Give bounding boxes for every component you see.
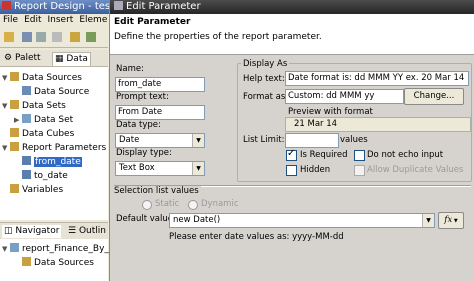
display-type-select[interactable]: Text Box ▼ bbox=[115, 161, 205, 176]
nav-item-data-sources[interactable]: Data Sources bbox=[22, 256, 94, 270]
data-type-select[interactable]: Date ▼ bbox=[115, 133, 205, 148]
tree-item-to-date[interactable]: to_date bbox=[22, 169, 68, 183]
dialog-title-bar: Edit Parameter bbox=[110, 0, 474, 14]
tree-item-variables[interactable]: Variables bbox=[10, 183, 63, 197]
eclipse-title: Report Design - test bbox=[14, 1, 112, 12]
header-description: Define the properties of the report para… bbox=[114, 32, 322, 42]
expand-arrow-icon[interactable]: ▼ bbox=[2, 141, 10, 155]
menu-bar: File Edit Insert Eleme bbox=[0, 14, 108, 27]
menu-edit[interactable]: Edit bbox=[24, 15, 41, 25]
preview-icon[interactable] bbox=[86, 32, 96, 42]
tree-item-data-cubes[interactable]: Data Cubes bbox=[10, 127, 74, 141]
folder-icon bbox=[10, 100, 19, 109]
static-label: Static bbox=[155, 199, 180, 209]
collapse-arrow-icon[interactable]: ▶ bbox=[14, 113, 22, 127]
parameter-icon bbox=[22, 170, 31, 179]
name-label: Name: bbox=[116, 64, 144, 74]
print-icon[interactable] bbox=[52, 32, 62, 42]
is-required-label: Is Required bbox=[300, 150, 348, 160]
save-all-icon[interactable] bbox=[36, 32, 46, 42]
tree-item-data-source[interactable]: Data Source bbox=[22, 85, 89, 99]
hidden-checkbox[interactable] bbox=[286, 165, 297, 176]
tab-outline[interactable]: ☰ Outlin bbox=[66, 225, 108, 238]
dialog-icon bbox=[114, 1, 123, 10]
tree-item-data-sources[interactable]: ▼ Data Sources bbox=[2, 71, 82, 85]
display-as-title: Display As bbox=[241, 59, 290, 69]
expand-arrow-icon[interactable]: ▼ bbox=[2, 71, 10, 85]
list-limit-label: List Limit: bbox=[243, 135, 285, 145]
navigator-tabs: ◫ Navigator ☰ Outlin bbox=[0, 222, 108, 240]
save-icon[interactable] bbox=[22, 32, 32, 42]
default-value-label: Default value: bbox=[116, 214, 176, 224]
folder-icon bbox=[10, 128, 19, 137]
run-icon[interactable] bbox=[70, 32, 80, 42]
dynamic-label: Dynamic bbox=[201, 199, 239, 209]
expand-arrow-icon[interactable]: ▼ bbox=[2, 99, 10, 113]
data-source-icon bbox=[22, 86, 31, 95]
default-value-combo[interactable]: new Date() ▼ bbox=[169, 213, 435, 228]
do-not-echo-label: Do not echo input bbox=[367, 150, 444, 160]
hidden-label: Hidden bbox=[300, 165, 331, 175]
menu-insert[interactable]: Insert bbox=[48, 15, 74, 25]
prompt-text-input[interactable]: From Date bbox=[115, 105, 205, 120]
tree-item-data-sets[interactable]: ▼ Data Sets bbox=[2, 99, 66, 113]
chevron-down-icon[interactable]: ▼ bbox=[422, 214, 434, 227]
allow-duplicate-label: Allow Duplicate Values bbox=[367, 165, 464, 175]
header-title: Edit Parameter bbox=[114, 17, 191, 27]
format-as-input[interactable]: Custom: dd MMM yy bbox=[285, 89, 404, 104]
menu-element[interactable]: Eleme bbox=[79, 15, 107, 25]
expand-arrow-icon[interactable]: ▼ bbox=[2, 242, 10, 256]
help-text-input[interactable]: Date format is: dd MMM YY ex. 20 Mar 14 bbox=[285, 71, 469, 86]
tab-data-explorer[interactable]: ▦ Data bbox=[52, 52, 91, 66]
allow-duplicate-checkbox[interactable] bbox=[354, 165, 365, 176]
data-type-label: Data type: bbox=[116, 120, 161, 130]
navigator-tree: ▼ report_Finance_By_ Data Sources bbox=[0, 239, 109, 281]
display-type-label: Display type: bbox=[116, 148, 172, 158]
tree-item-data-set[interactable]: ▶ Data Set bbox=[14, 113, 73, 127]
list-limit-input[interactable] bbox=[285, 133, 339, 148]
toolbar bbox=[0, 27, 108, 48]
tree-item-from-date[interactable]: from_date bbox=[22, 155, 82, 169]
report-icon bbox=[10, 243, 19, 252]
chevron-down-icon: ▼ bbox=[452, 218, 458, 224]
date-format-hint: Please enter date values as: yyyy-MM-dd bbox=[169, 232, 344, 242]
folder-icon bbox=[10, 184, 19, 193]
new-icon[interactable] bbox=[4, 32, 14, 42]
help-text-label: Help text: bbox=[243, 74, 285, 84]
edit-parameter-dialog: Edit Parameter Edit Parameter Define the… bbox=[109, 0, 474, 281]
check-icon: ✓ bbox=[287, 148, 296, 159]
format-as-label: Format as: bbox=[243, 92, 289, 102]
change-button[interactable]: Change... bbox=[404, 88, 464, 105]
folder-icon bbox=[10, 142, 19, 151]
name-input[interactable]: from_date bbox=[115, 77, 205, 92]
values-label: values bbox=[340, 135, 368, 145]
data-explorer-tree: ▼ Data Sources Data Source ▼ Data Sets ▶ Da… bbox=[0, 67, 108, 220]
dynamic-radio[interactable] bbox=[188, 200, 198, 210]
chevron-down-icon[interactable]: ▼ bbox=[192, 134, 204, 147]
chevron-down-icon[interactable]: ▼ bbox=[192, 162, 204, 175]
folder-icon bbox=[10, 72, 19, 81]
selection-list-title: Selection list values bbox=[114, 186, 201, 196]
palette-tabs: ⚙ Palett ▦ Data bbox=[0, 50, 108, 67]
folder-icon bbox=[22, 257, 31, 266]
nav-item-report[interactable]: ▼ report_Finance_By_ bbox=[2, 242, 109, 256]
preview-value: 21 Mar 14 bbox=[285, 117, 471, 132]
app-icon bbox=[2, 1, 11, 10]
do-not-echo-checkbox[interactable] bbox=[354, 150, 365, 161]
data-set-icon bbox=[22, 114, 31, 123]
dialog-title: Edit Parameter bbox=[126, 1, 201, 12]
menu-file[interactable]: File bbox=[3, 15, 18, 25]
dialog-header: Edit Parameter Define the properties of … bbox=[110, 14, 474, 55]
tab-navigator[interactable]: ◫ Navigator bbox=[2, 225, 62, 238]
prompt-text-label: Prompt text: bbox=[116, 92, 169, 102]
static-radio[interactable] bbox=[142, 200, 152, 210]
parameter-icon bbox=[22, 156, 31, 165]
is-required-checkbox[interactable]: ✓ bbox=[286, 148, 297, 161]
expression-builder-button[interactable]: fx ▼ bbox=[438, 212, 464, 229]
tree-item-report-parameters[interactable]: ▼ Report Parameters bbox=[2, 141, 106, 155]
preview-label: Preview with format bbox=[288, 107, 373, 117]
tab-palette[interactable]: ⚙ Palett bbox=[2, 52, 43, 65]
eclipse-title-bar: Report Design - test bbox=[0, 0, 112, 14]
